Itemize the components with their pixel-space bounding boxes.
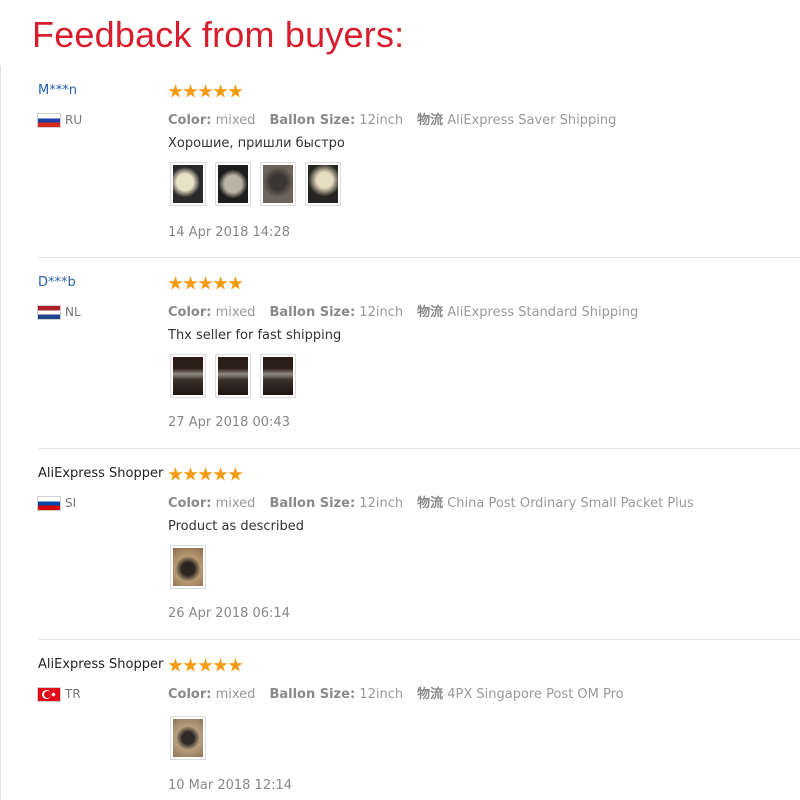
buyer-country: NL (38, 305, 81, 319)
review-date: 10 Mar 2018 12:14 (168, 778, 293, 793)
star-rating (168, 467, 243, 482)
photo-gallery (170, 354, 305, 398)
size-value: 12inch (359, 113, 404, 128)
star-icon (168, 84, 183, 98)
review-photo[interactable] (260, 162, 296, 206)
color-value: mixed (215, 496, 256, 511)
star-icon (228, 658, 243, 672)
review-item: AliExpress Shopper SI Color: mixed Ballon… (0, 449, 800, 640)
feedback-list: M***n RU Color: mixed Ballon Size: 12inch… (0, 66, 800, 800)
review-item: AliExpress Shopper TR Color: mixed Ballon… (0, 640, 800, 800)
shipping-value: AliExpress Standard Shipping (447, 305, 639, 320)
shipping-value: 4PX Singapore Post OM Pro (447, 687, 624, 702)
review-photo[interactable] (170, 354, 206, 398)
star-icon (198, 658, 213, 672)
page-title: Feedback from buyers: (32, 14, 405, 55)
star-icon (183, 84, 198, 98)
star-icon (213, 467, 228, 481)
color-value: mixed (215, 687, 256, 702)
review-comment: Хорошие, пришли быстро (168, 136, 345, 151)
buyer-country: TR (38, 687, 81, 701)
photo-gallery (170, 545, 215, 589)
buyer-name[interactable]: M***n (38, 83, 77, 98)
review-item: M***n RU Color: mixed Ballon Size: 12inch… (0, 66, 800, 258)
review-photo[interactable] (260, 354, 296, 398)
review-item: D***b NL Color: mixed Ballon Size: 12inch… (0, 258, 800, 449)
star-icon (213, 276, 228, 290)
star-icon (183, 467, 198, 481)
photo-gallery (170, 162, 350, 206)
star-icon (168, 658, 183, 672)
netherlands-flag-icon (38, 305, 60, 319)
star-icon (168, 276, 183, 290)
review-photo[interactable] (170, 545, 206, 589)
star-icon (168, 467, 183, 481)
star-rating (168, 84, 243, 99)
color-value: mixed (215, 305, 256, 320)
size-value: 12inch (359, 305, 404, 320)
buyer-name[interactable]: D***b (38, 275, 76, 290)
slovenia-flag-icon (38, 496, 60, 510)
order-attributes: Color: mixed Ballon Size: 12inch 物流 AliExp… (168, 113, 617, 128)
review-date: 14 Apr 2018 14:28 (168, 225, 290, 240)
review-date: 27 Apr 2018 00:43 (168, 415, 290, 430)
review-comment: Product as described (168, 519, 304, 534)
photo-gallery (170, 716, 215, 760)
review-photo[interactable] (170, 716, 206, 760)
review-photo[interactable] (215, 162, 251, 206)
review-date: 26 Apr 2018 06:14 (168, 606, 290, 621)
color-value: mixed (215, 113, 256, 128)
order-attributes: Color: mixed Ballon Size: 12inch 物流 AliExp… (168, 305, 639, 320)
star-icon (198, 84, 213, 98)
russia-flag-icon (38, 113, 60, 127)
star-icon (183, 276, 198, 290)
review-comment: Thx seller for fast shipping (168, 328, 342, 343)
order-attributes: Color: mixed Ballon Size: 12inch 物流 4PX Si… (168, 687, 624, 702)
star-icon (183, 658, 198, 672)
shipping-value: China Post Ordinary Small Packet Plus (447, 496, 694, 511)
order-attributes: Color: mixed Ballon Size: 12inch 物流 China … (168, 496, 694, 511)
buyer-country: RU (38, 113, 82, 127)
star-icon (228, 467, 243, 481)
buyer-name[interactable]: AliExpress Shopper (38, 657, 163, 672)
shipping-value: AliExpress Saver Shipping (447, 113, 617, 128)
turkey-flag-icon (38, 687, 60, 701)
star-icon (213, 84, 228, 98)
star-icon (213, 658, 228, 672)
star-rating (168, 276, 243, 291)
star-icon (228, 84, 243, 98)
star-icon (198, 467, 213, 481)
buyer-name[interactable]: AliExpress Shopper (38, 466, 163, 481)
review-photo[interactable] (170, 162, 206, 206)
star-icon (228, 276, 243, 290)
review-photo[interactable] (305, 162, 341, 206)
buyer-country: SI (38, 496, 76, 510)
star-icon (198, 276, 213, 290)
size-value: 12inch (359, 496, 404, 511)
size-value: 12inch (359, 687, 404, 702)
star-rating (168, 658, 243, 673)
review-photo[interactable] (215, 354, 251, 398)
